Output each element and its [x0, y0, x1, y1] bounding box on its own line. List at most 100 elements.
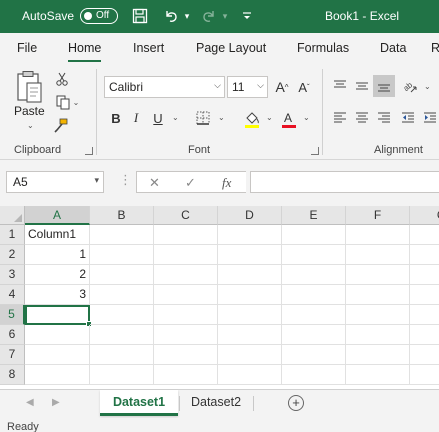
cut-button[interactable]	[53, 70, 71, 88]
cell-c7[interactable]	[154, 345, 218, 365]
cell-f6[interactable]	[346, 325, 410, 345]
tab-page-layout[interactable]: Page Layout	[196, 41, 266, 55]
row-header-3[interactable]: 3	[0, 265, 25, 285]
borders-button[interactable]	[193, 108, 213, 128]
cell-c4[interactable]	[154, 285, 218, 305]
cell-a6[interactable]	[25, 325, 90, 345]
cell-a5[interactable]	[25, 305, 92, 327]
copy-button[interactable]: ⌄	[52, 93, 82, 111]
cell-g8[interactable]	[410, 365, 439, 385]
cell-d4[interactable]	[218, 285, 282, 305]
font-color-dropdown-icon[interactable]: ⌄	[303, 113, 310, 122]
cell-g3[interactable]	[410, 265, 439, 285]
save-button[interactable]	[130, 6, 150, 26]
column-header-e[interactable]: E	[282, 206, 346, 225]
cancel-icon[interactable]: ✕	[149, 175, 160, 191]
undo-dropdown[interactable]: ▾	[182, 6, 192, 26]
cell-e6[interactable]	[282, 325, 346, 345]
column-header-c[interactable]: C	[154, 206, 218, 225]
cell-b2[interactable]	[90, 245, 154, 265]
bold-button[interactable]: B	[108, 108, 124, 128]
cell-d6[interactable]	[218, 325, 282, 345]
tab-file[interactable]: File	[17, 41, 37, 55]
cell-f1[interactable]	[346, 225, 410, 245]
cell-e7[interactable]	[282, 345, 346, 365]
column-header-g[interactable]: G	[410, 206, 439, 225]
align-left-button[interactable]	[331, 109, 349, 127]
paste-dropdown-icon[interactable]: ⌄	[27, 121, 34, 130]
paste-button[interactable]	[12, 69, 46, 105]
autosave-toggle[interactable]: Off	[80, 8, 118, 24]
cell-e2[interactable]	[282, 245, 346, 265]
row-header-1[interactable]: 1	[0, 225, 25, 245]
font-launcher-icon[interactable]	[311, 147, 319, 155]
cell-d8[interactable]	[218, 365, 282, 385]
row-header-6[interactable]: 6	[0, 325, 25, 345]
redo-dropdown[interactable]: ▾	[220, 6, 230, 26]
orientation-button[interactable]: ab	[401, 77, 419, 95]
formula-bar-grip[interactable]: ⋮	[119, 172, 132, 188]
sheet-tab-dataset1[interactable]: Dataset1	[100, 390, 178, 416]
worksheet-grid[interactable]: ABCDEFG1Column12132435678	[0, 206, 439, 389]
cell-a8[interactable]	[25, 365, 90, 385]
cell-b1[interactable]	[90, 225, 154, 245]
cell-e5[interactable]	[282, 305, 346, 325]
row-header-2[interactable]: 2	[0, 245, 25, 265]
cell-b7[interactable]	[90, 345, 154, 365]
cell-g4[interactable]	[410, 285, 439, 305]
sheet-tab-dataset2[interactable]: Dataset2	[180, 390, 252, 416]
borders-dropdown-icon[interactable]: ⌄	[218, 113, 225, 122]
cell-c8[interactable]	[154, 365, 218, 385]
cell-b3[interactable]	[90, 265, 154, 285]
cell-c2[interactable]	[154, 245, 218, 265]
fill-color-dropdown-icon[interactable]: ⌄	[266, 113, 273, 122]
tab-data[interactable]: Data	[380, 41, 406, 55]
row-header-4[interactable]: 4	[0, 285, 25, 305]
cell-f2[interactable]	[346, 245, 410, 265]
formula-input[interactable]	[250, 171, 439, 193]
top-align-button[interactable]	[331, 77, 349, 95]
cell-d3[interactable]	[218, 265, 282, 285]
column-header-d[interactable]: D	[218, 206, 282, 225]
row-header-5[interactable]: 5	[0, 305, 25, 325]
bottom-align-button[interactable]	[373, 75, 395, 97]
row-header-7[interactable]: 7	[0, 345, 25, 365]
insert-function-button[interactable]: fx	[222, 175, 231, 191]
decrease-indent-button[interactable]	[399, 109, 417, 127]
cell-a4[interactable]: 3	[25, 285, 90, 305]
cell-d2[interactable]	[218, 245, 282, 265]
cell-d7[interactable]	[218, 345, 282, 365]
cell-d5[interactable]	[218, 305, 282, 325]
column-header-f[interactable]: F	[346, 206, 410, 225]
format-painter-button[interactable]	[52, 117, 70, 135]
customize-quick-access-button[interactable]	[238, 6, 256, 26]
cell-g7[interactable]	[410, 345, 439, 365]
cell-c6[interactable]	[154, 325, 218, 345]
fill-color-button[interactable]	[241, 108, 263, 130]
cell-f3[interactable]	[346, 265, 410, 285]
cell-e4[interactable]	[282, 285, 346, 305]
underline-dropdown-icon[interactable]: ⌄	[172, 113, 179, 122]
undo-button[interactable]	[160, 6, 182, 26]
tab-insert[interactable]: Insert	[133, 41, 164, 55]
italic-button[interactable]: I	[128, 108, 144, 128]
select-all-button[interactable]	[0, 206, 25, 225]
cell-a7[interactable]	[25, 345, 90, 365]
tab-formulas[interactable]: Formulas	[297, 41, 349, 55]
enter-icon[interactable]: ✓	[185, 175, 196, 191]
cell-f5[interactable]	[346, 305, 410, 325]
cell-a1[interactable]: Column1	[25, 225, 90, 245]
cell-g2[interactable]	[410, 245, 439, 265]
clipboard-launcher-icon[interactable]	[85, 147, 93, 155]
cell-b6[interactable]	[90, 325, 154, 345]
row-header-8[interactable]: 8	[0, 365, 25, 385]
tab-home[interactable]: Home	[68, 41, 102, 62]
cell-f8[interactable]	[346, 365, 410, 385]
increase-indent-button[interactable]	[421, 109, 439, 127]
increase-font-size-button[interactable]: A ^	[272, 77, 292, 97]
cell-c1[interactable]	[154, 225, 218, 245]
cell-g5[interactable]	[410, 305, 439, 325]
middle-align-button[interactable]	[353, 77, 371, 95]
column-header-b[interactable]: B	[90, 206, 154, 225]
cell-e3[interactable]	[282, 265, 346, 285]
